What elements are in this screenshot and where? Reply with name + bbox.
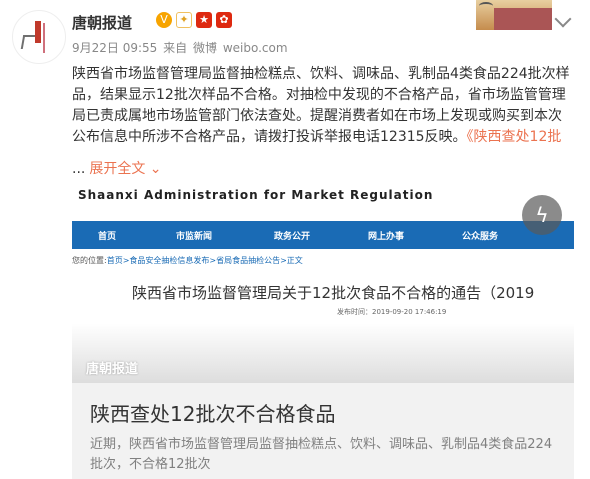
- author-avatar[interactable]: [12, 10, 66, 64]
- post-source[interactable]: 微博: [193, 41, 217, 55]
- post-domain: weibo.com: [222, 41, 288, 55]
- nav-item: 公众服务: [462, 232, 499, 242]
- hongkong-flag-icon: ✿: [216, 12, 232, 28]
- publish-time: 发布时间：2019-09-20 17:46:19: [337, 308, 447, 316]
- article-summary: 近期，陕西省市场监督管理局监督抽检糕点、饮料、调味品、乳制品4类食品224批次，…: [90, 437, 553, 472]
- nav-item: 网上办事: [368, 232, 405, 242]
- chevron-down-icon[interactable]: [554, 10, 572, 28]
- verified-v-icon: V: [156, 12, 172, 28]
- nav-item: 市监新闻: [176, 232, 213, 242]
- site-nav-bar: 首页 市监新闻 政务公开 网上办事 公众服务: [72, 221, 574, 249]
- source-prefix: 来自: [163, 41, 188, 55]
- article-link[interactable]: 《陕西查处12批: [467, 129, 562, 145]
- nav-item: 首页: [98, 232, 117, 242]
- expand-row: ... 展开全文 ⌄: [72, 158, 162, 178]
- article-headline[interactable]: 陕西查处12批次不合格食品: [90, 398, 335, 427]
- author-name[interactable]: 唐朝报道: [72, 12, 132, 33]
- watermark: 唐朝报道: [86, 362, 139, 377]
- post-text: 陕西省市场监督管理局监督抽检糕点、饮料、调味品、乳制品4类食品224批次样品，结…: [72, 64, 572, 148]
- profile-cover-thumbnail: [476, 0, 552, 30]
- ellipsis: ...: [72, 161, 86, 177]
- org-name-english: Shaanxi Administration for Market Regula…: [78, 188, 434, 202]
- fan-badge-icon[interactable]: ✦: [176, 12, 192, 28]
- china-flag-icon: ★: [196, 12, 212, 28]
- notice-title: 陕西省市场监督管理局关于12批次食品不合格的通告（2019: [132, 284, 535, 302]
- expand-full-text-button[interactable]: 展开全文 ⌄: [89, 161, 161, 177]
- nav-item: 政务公开: [274, 232, 311, 242]
- breadcrumb: 您的位置:首页>食品安全抽检信息发布>省局食品抽检公告>正文: [72, 256, 303, 265]
- article-card[interactable]: Shaanxi Administration for Market Regula…: [72, 183, 574, 479]
- lightning-icon[interactable]: ϟ: [522, 195, 562, 235]
- author-badges: V ✦ ★ ✿: [156, 12, 232, 28]
- post-meta: 9月22日 09:55 来自 微博 weibo.com: [72, 39, 290, 56]
- post-date[interactable]: 9月22日 09:55: [72, 41, 157, 55]
